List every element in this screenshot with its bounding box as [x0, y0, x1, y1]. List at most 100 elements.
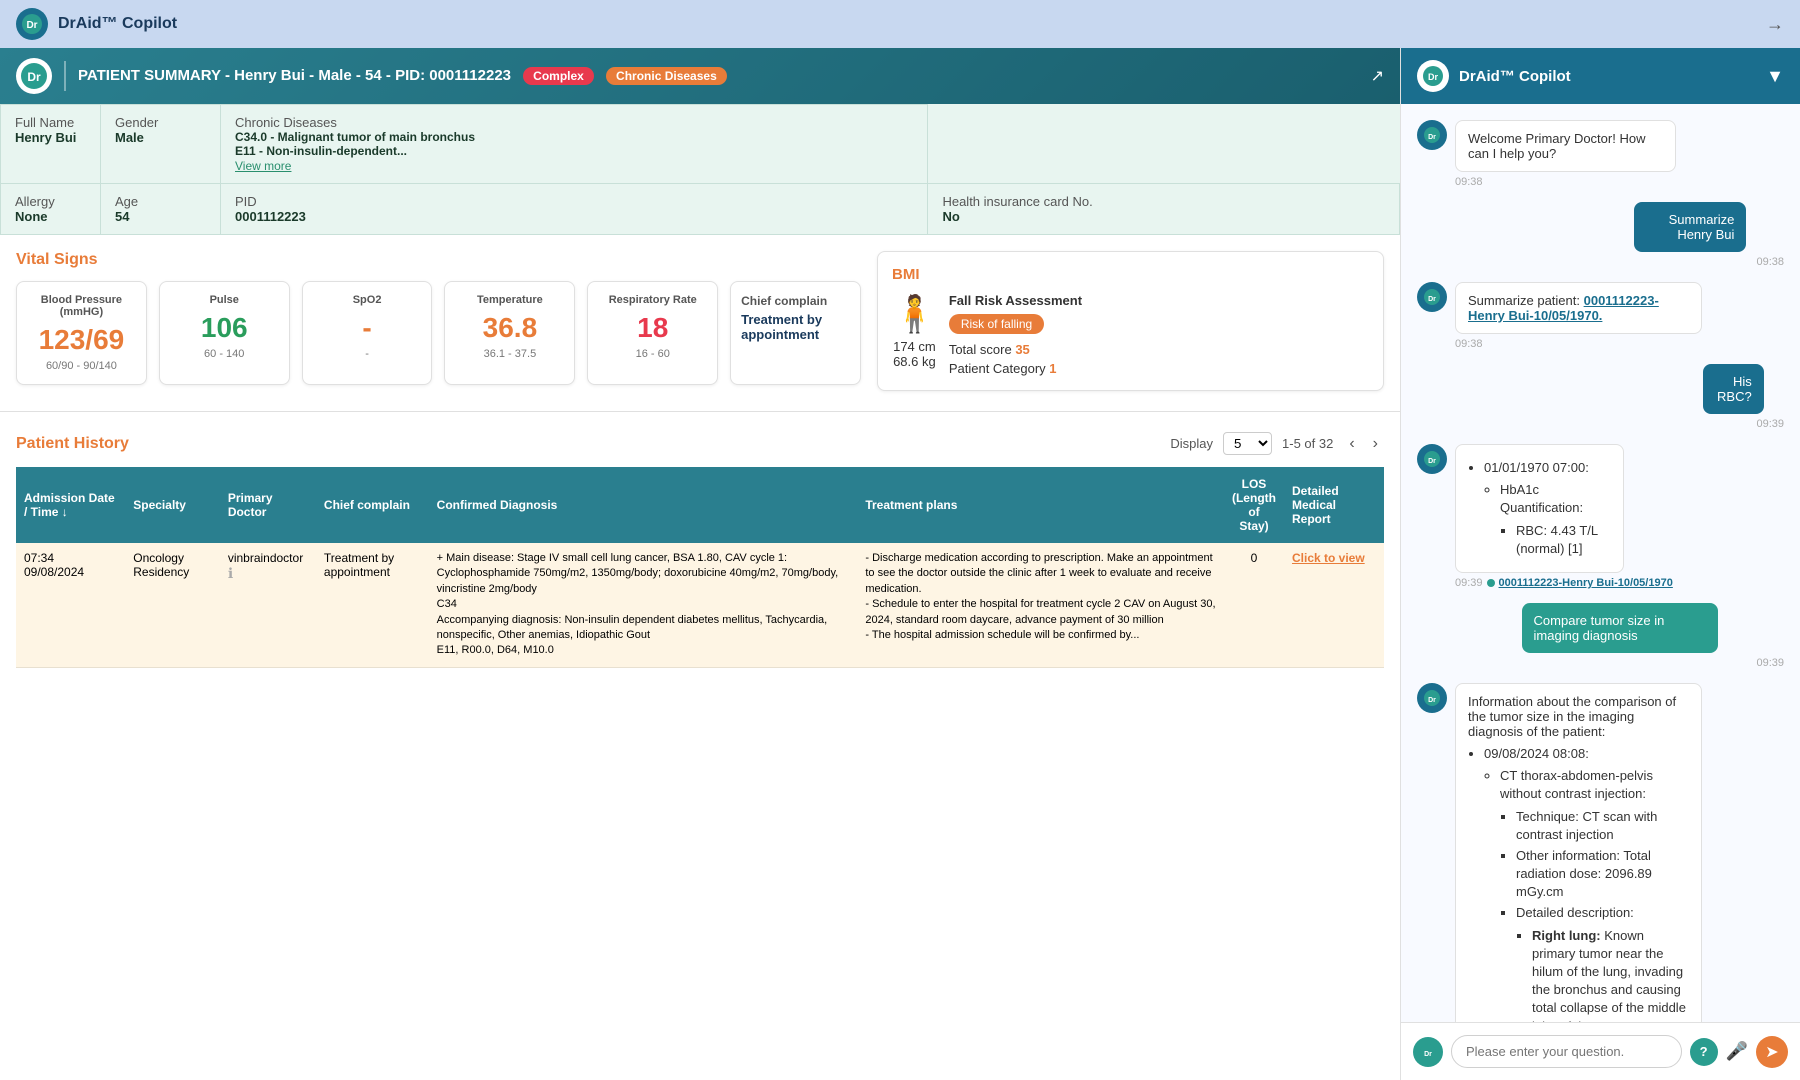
- main-layout: Dr PATIENT SUMMARY - Henry Bui - Male - …: [0, 48, 1800, 1080]
- bmi-height: 174 cm: [893, 339, 936, 354]
- chief-complain-label: Chief complain: [741, 294, 850, 308]
- bmi-right: Fall Risk Assessment Risk of falling Tot…: [949, 293, 1369, 376]
- allergy-label: Allergy: [15, 194, 86, 209]
- gender-value: Male: [115, 130, 206, 145]
- msg-bubble-summarize: Summarize Henry Bui: [1634, 202, 1747, 252]
- bmi-weight: 68.6 kg: [893, 354, 936, 369]
- vital-signs-section: Vital Signs Blood Pressure (mmHG) 123/69…: [0, 235, 1400, 407]
- top-bar-arrow[interactable]: →: [1766, 14, 1784, 35]
- vital-range-spo2: -: [313, 348, 422, 360]
- vital-value-pulse: 106: [170, 312, 279, 344]
- badge-chronic: Chronic Diseases: [606, 67, 727, 85]
- age-label: Age: [115, 194, 206, 209]
- msg-content-imaging: Information about the comparison of the …: [1455, 683, 1784, 1022]
- bmi-title: BMI: [892, 266, 1369, 283]
- expand-icon[interactable]: ↗: [1371, 66, 1384, 86]
- view-more-link[interactable]: View more: [235, 159, 291, 173]
- bmi-content: 🧍 174 cm 68.6 kg Fall Risk Assessment Ri…: [892, 293, 1369, 376]
- chat-header-left: Dr DrAid™ Copilot: [1417, 60, 1571, 92]
- patient-info-table: Full Name Henry Bui Gender Male Chronic …: [0, 104, 1400, 235]
- msg-bubble-rbc-response: 01/01/1970 07:00: HbA1c Quantification: …: [1455, 444, 1624, 573]
- patient-link-2[interactable]: 0001112223-Henry Bui-10/05/1970: [1499, 577, 1673, 589]
- vital-value-rr: 18: [598, 312, 707, 344]
- left-panel: Dr PATIENT SUMMARY - Henry Bui - Male - …: [0, 48, 1400, 1080]
- svg-text:Dr: Dr: [1428, 72, 1438, 82]
- drAid-logo-left: Dr: [16, 8, 48, 40]
- rbc-item-1: 01/01/1970 07:00: HbA1c Quantification: …: [1484, 459, 1611, 558]
- vital-value-bp: 123/69: [27, 324, 136, 356]
- col-admission-date[interactable]: Admission Date / Time ↓: [16, 467, 125, 543]
- vital-range-temp: 36.1 - 37.5: [455, 348, 564, 360]
- fall-risk-badge: Risk of falling: [949, 314, 1044, 334]
- bot-avatar-2: Dr: [1417, 282, 1447, 312]
- help-button[interactable]: ?: [1690, 1038, 1718, 1066]
- msg-bubble-rbc: His RBC?: [1703, 364, 1764, 414]
- col-primary-doctor: Primary Doctor: [220, 467, 316, 543]
- patient-history-title: Patient History: [16, 435, 129, 453]
- cell-detailed-report[interactable]: Click to view: [1284, 543, 1384, 667]
- patient-category-value: 1: [1049, 361, 1056, 376]
- header-divider: [64, 61, 66, 91]
- msg-content-welcome: Welcome Primary Doctor! How can I help y…: [1455, 120, 1750, 188]
- rbc-list: 01/01/1970 07:00: HbA1c Quantification: …: [1484, 459, 1611, 558]
- msg-content-rbc: His RBC? 09:39: [1703, 364, 1784, 430]
- vitals-bmi-row: Vital Signs Blood Pressure (mmHG) 123/69…: [16, 251, 1384, 391]
- chief-complain-card: Chief complain Treatment by appointment: [730, 281, 861, 385]
- rbc-item-1a: HbA1c Quantification: RBC: 4.43 T/L (nor…: [1500, 481, 1611, 558]
- prev-page-button[interactable]: ‹: [1343, 433, 1360, 455]
- vital-card-pulse: Pulse 106 60 - 140: [159, 281, 290, 385]
- patient-header: Dr PATIENT SUMMARY - Henry Bui - Male - …: [0, 48, 1400, 104]
- patient-summary-prefix: PATIENT SUMMARY -: [78, 67, 230, 84]
- msg-bubble-welcome: Welcome Primary Doctor! How can I help y…: [1455, 120, 1676, 172]
- patient-link-1[interactable]: 0001112223-Henry Bui-10/05/1970.: [1468, 293, 1659, 323]
- msg-source-rbc: 09:39 0001112223-Henry Bui-10/05/1970: [1455, 577, 1681, 589]
- imaging-date: 09/08/2024 08:08: CT thorax-abdomen-pelv…: [1484, 745, 1689, 1022]
- vital-label-temp: Temperature: [455, 294, 564, 306]
- app-title-left: DrAid™ Copilot: [58, 15, 177, 33]
- chief-complain-value: Treatment by appointment: [741, 312, 850, 342]
- msg-content-summarize: Summarize Henry Bui 09:38: [1634, 202, 1784, 268]
- svg-text:Dr: Dr: [27, 70, 41, 84]
- full-name-label: Full Name: [15, 115, 86, 130]
- vitals-panel: Vital Signs Blood Pressure (mmHG) 123/69…: [16, 251, 861, 391]
- patient-pid: PID: 0001112223: [395, 67, 511, 84]
- col-specialty: Specialty: [125, 467, 220, 543]
- vital-label-bp: Blood Pressure (mmHG): [27, 294, 136, 318]
- history-controls: Display 5 10 20 1-5 of 32 ‹ ›: [1170, 432, 1384, 455]
- health-insurance-label: Health insurance card No.: [942, 194, 1385, 209]
- msg-time-rbc: 09:39: [1703, 418, 1784, 430]
- next-page-button[interactable]: ›: [1367, 433, 1384, 455]
- patient-category: Patient Category 1: [949, 361, 1369, 376]
- display-select[interactable]: 5 10 20: [1223, 432, 1272, 455]
- col-detailed-report: Detailed Medical Report: [1284, 467, 1384, 543]
- vital-card-spo2: SpO2 - -: [302, 281, 433, 385]
- health-insurance-value: No: [942, 209, 1385, 224]
- svg-text:Dr: Dr: [1424, 1051, 1432, 1058]
- chat-input[interactable]: [1451, 1035, 1682, 1068]
- svg-text:Dr: Dr: [1428, 296, 1436, 303]
- bmi-panel: BMI 🧍 174 cm 68.6 kg Fall Risk Assessmen…: [877, 251, 1384, 391]
- cell-admission-date: 07:34 09/08/2024: [16, 543, 125, 667]
- click-to-view-link[interactable]: Click to view: [1292, 551, 1365, 565]
- col-confirmed-diagnosis: Confirmed Diagnosis: [429, 467, 858, 543]
- pid-value: 0001112223: [235, 209, 913, 224]
- mic-button[interactable]: 🎤: [1726, 1041, 1748, 1062]
- col-treatment-plans: Treatment plans: [857, 467, 1224, 543]
- bmi-body-icon: 🧍: [892, 293, 937, 335]
- cell-primary-doctor: vinbraindoctor ℹ: [220, 543, 316, 667]
- send-button[interactable]: ➤: [1756, 1036, 1788, 1068]
- vital-card-rr: Respiratory Rate 18 16 - 60: [587, 281, 718, 385]
- imaging-other: Other information: Total radiation dose:…: [1516, 847, 1689, 902]
- fall-risk-title: Fall Risk Assessment: [949, 293, 1369, 308]
- top-bar-left: Dr DrAid™ Copilot: [16, 8, 177, 40]
- fall-risk-score: Total score 35: [949, 342, 1369, 357]
- cell-specialty: Oncology Residency: [125, 543, 220, 667]
- drAid-logo-header: Dr: [16, 58, 52, 94]
- history-header: Patient History Display 5 10 20 1-5 of 3…: [16, 432, 1384, 455]
- bot-avatar-1: Dr: [1417, 120, 1447, 150]
- collapse-icon[interactable]: ▼: [1766, 66, 1784, 87]
- vital-range-bp: 60/90 - 90/140: [27, 360, 136, 372]
- msg-content-link: Summarize patient: 0001112223-Henry Bui-…: [1455, 282, 1784, 350]
- msg-row-welcome: Dr Welcome Primary Doctor! How can I hel…: [1417, 120, 1784, 188]
- vital-card-bp: Blood Pressure (mmHG) 123/69 60/90 - 90/…: [16, 281, 147, 385]
